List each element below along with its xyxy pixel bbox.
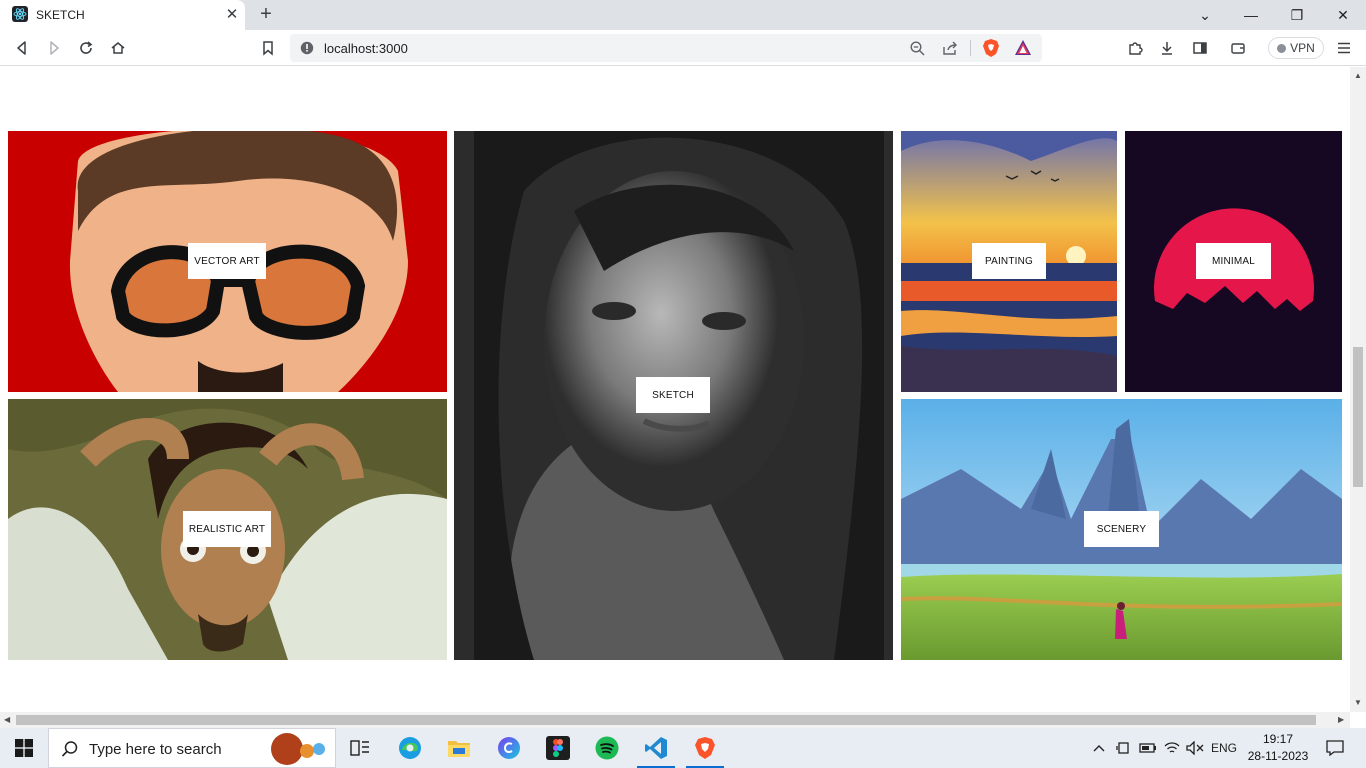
gallery-tile-vector-art[interactable]: VECTOR ART <box>8 131 447 392</box>
gallery-tile-minimal[interactable]: MINIMAL <box>1125 131 1342 392</box>
show-hidden-icons-chevron-icon[interactable] <box>1088 728 1110 768</box>
clock-time: 19:17 <box>1262 732 1294 746</box>
figma-icon[interactable] <box>535 728 581 768</box>
canva-icon[interactable] <box>486 728 532 768</box>
tile-label-painting: PAINTING <box>972 243 1046 279</box>
bookmark-icon[interactable] <box>258 38 278 58</box>
omnibox-divider <box>970 40 971 56</box>
meet-now-icon[interactable] <box>1113 728 1135 768</box>
task-view-icon[interactable] <box>337 728 383 768</box>
url-text: localhost:3000 <box>324 41 408 56</box>
search-placeholder: Type here to search <box>89 741 222 758</box>
file-explorer-icon[interactable] <box>436 728 482 768</box>
reload-icon[interactable] <box>76 38 96 58</box>
horizontal-scrollbar[interactable]: ◀ ▶ <box>0 712 1350 728</box>
clock-date: 28-11-2023 <box>1247 749 1309 763</box>
notification-center-icon[interactable] <box>1320 728 1350 768</box>
tab-search-chevron-icon[interactable]: ⌄ <box>1182 0 1228 30</box>
taskbar-search[interactable]: Type here to search <box>48 728 336 768</box>
tile-label-realistic-art: REALISTIC ART <box>183 511 271 547</box>
back-icon[interactable] <box>12 38 32 58</box>
wallet-icon[interactable] <box>1228 38 1248 58</box>
spotify-icon[interactable] <box>584 728 630 768</box>
battery-icon[interactable] <box>1137 728 1159 768</box>
browser-tab[interactable]: SKETCH ✕ <box>0 0 245 30</box>
browser-toolbar: localhost:3000 VPN <box>0 30 1366 66</box>
menu-icon[interactable] <box>1334 38 1354 58</box>
brave-rewards-icon[interactable] <box>1014 39 1032 57</box>
share-icon[interactable] <box>942 41 958 56</box>
edge-icon[interactable] <box>387 728 433 768</box>
tab-title: SKETCH <box>36 8 85 22</box>
vpn-button[interactable]: VPN <box>1268 37 1324 59</box>
tile-label-scenery: SCENERY <box>1084 511 1159 547</box>
brave-icon[interactable] <box>682 728 728 768</box>
tile-label-sketch: SKETCH <box>636 377 710 413</box>
extensions-icon[interactable] <box>1125 38 1145 58</box>
address-bar[interactable]: localhost:3000 <box>290 34 1042 62</box>
system-clock[interactable]: 19:17 28-11-2023 <box>1244 731 1312 765</box>
sidebar-icon[interactable] <box>1190 38 1210 58</box>
windows-logo-icon <box>15 739 33 757</box>
volume-muted-icon[interactable] <box>1184 728 1206 768</box>
search-highlight-icon <box>271 733 325 765</box>
tile-label-vector-art: VECTOR ART <box>188 243 266 279</box>
forward-icon[interactable] <box>44 38 64 58</box>
scroll-up-icon[interactable]: ▲ <box>1354 71 1362 80</box>
gallery-tile-realistic-art[interactable]: REALISTIC ART <box>8 399 447 660</box>
react-favicon-icon <box>12 6 28 22</box>
start-button[interactable] <box>0 728 48 768</box>
scroll-down-icon[interactable]: ▼ <box>1354 698 1362 707</box>
vertical-scroll-thumb[interactable] <box>1353 347 1363 487</box>
windows-taskbar: Type here to search ENG 19:17 28-11-2023 <box>0 728 1366 768</box>
wifi-icon[interactable] <box>1161 728 1183 768</box>
gallery-tile-sketch[interactable]: SKETCH <box>454 131 893 660</box>
close-window-icon[interactable]: ✕ <box>1320 0 1366 30</box>
new-tab-icon[interactable]: + <box>255 3 277 25</box>
scroll-left-icon[interactable]: ◀ <box>4 715 10 724</box>
vscode-icon[interactable] <box>633 728 679 768</box>
vertical-scrollbar[interactable]: ▲ ▼ <box>1350 67 1366 712</box>
tab-close-icon[interactable]: ✕ <box>222 5 242 25</box>
scroll-right-icon[interactable]: ▶ <box>1338 715 1344 724</box>
language-indicator[interactable]: ENG <box>1208 728 1240 768</box>
vpn-label: VPN <box>1290 41 1315 55</box>
horizontal-scroll-thumb[interactable] <box>16 715 1316 725</box>
download-icon[interactable] <box>1157 38 1177 58</box>
page-viewport: VECTOR ART SKETCH PAINTING MINIMAL REALI… <box>0 67 1350 712</box>
tab-strip: SKETCH ✕ + ⌄ — ❐ ✕ <box>0 0 1366 30</box>
search-icon <box>61 741 78 757</box>
home-icon[interactable] <box>108 38 128 58</box>
tile-label-minimal: MINIMAL <box>1196 243 1271 279</box>
gallery-tile-scenery[interactable]: SCENERY <box>901 399 1342 660</box>
restore-icon[interactable]: ❐ <box>1274 0 1320 30</box>
brave-shields-icon[interactable] <box>982 38 1000 58</box>
site-info-icon[interactable] <box>300 41 314 55</box>
gallery-tile-painting[interactable]: PAINTING <box>901 131 1117 392</box>
minimize-icon[interactable]: — <box>1228 0 1274 30</box>
zoom-icon[interactable] <box>910 41 925 56</box>
vpn-status-icon <box>1277 43 1287 53</box>
